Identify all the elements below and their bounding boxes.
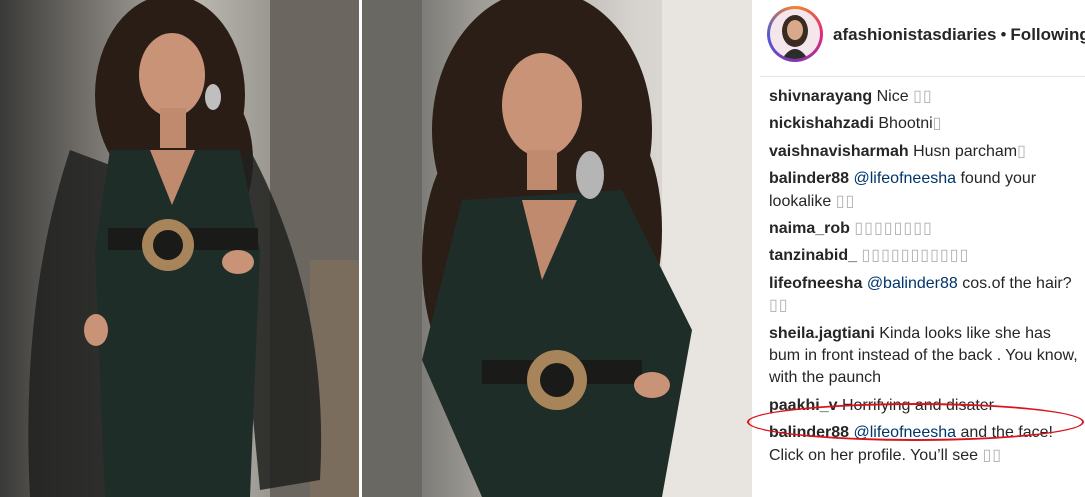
comment-text: Nice — [876, 88, 909, 105]
comment-item: nickishahzadi Bhootni▯ — [769, 113, 1081, 135]
photo-right — [362, 0, 752, 497]
emoji-placeholder: ▯▯▯▯▯▯▯▯▯▯▯ — [861, 247, 970, 265]
comment-username[interactable]: shivnarayang — [769, 88, 872, 105]
comment-username[interactable]: lifeofneesha — [769, 275, 862, 292]
post-header: afashionistasdiaries • Following — [760, 0, 1085, 77]
comment-item: shivnarayang Nice ▯▯ — [769, 86, 1081, 108]
woman-photo-left-illustration — [28, 0, 362, 497]
photo-left — [0, 0, 362, 497]
comment-username[interactable]: nickishahzadi — [769, 115, 874, 132]
comment-username[interactable]: vaishnavisharmah — [769, 143, 909, 160]
emoji-placeholder: ▯▯ — [835, 192, 856, 210]
following-button[interactable]: Following — [1010, 25, 1085, 44]
comment-username[interactable]: sheila.jagtiani — [769, 325, 875, 342]
comment-mention[interactable]: @lifeofneesha — [853, 170, 956, 187]
comment-item: vaishnavisharmah Husn parcham▯ — [769, 141, 1081, 163]
comment-text: cos.of the hair? — [962, 274, 1072, 292]
comment-item: lifeofneesha @balinder88 cos.of the hair… — [769, 273, 1081, 318]
avatar-image — [770, 9, 820, 59]
woman-photo-right-illustration — [362, 0, 752, 497]
comment-username[interactable]: balinder88 — [769, 170, 849, 187]
red-highlight-ellipse — [747, 403, 1084, 441]
comment-item: sheila.jagtiani Kinda looks like she has… — [769, 323, 1081, 390]
emoji-placeholder: ▯▯ — [913, 88, 933, 105]
emoji-placeholder: ▯▯ — [769, 297, 789, 315]
emoji-placeholder: ▯▯ — [982, 446, 1003, 464]
comment-text: Bhootni — [878, 115, 933, 133]
avatar[interactable] — [767, 6, 823, 62]
comment-item: balinder88 @lifeofneesha found your look… — [769, 168, 1081, 213]
comment-username[interactable]: naima_rob — [769, 220, 850, 237]
comment-item: tanzinabid_ ▯▯▯▯▯▯▯▯▯▯▯ — [769, 245, 1081, 267]
emoji-placeholder: ▯ — [932, 115, 943, 133]
comment-text: Husn parcham — [913, 142, 1018, 160]
header-line: afashionistasdiaries • Following — [833, 25, 1085, 45]
emoji-placeholder: ▯▯▯▯▯▯▯▯ — [854, 220, 933, 238]
comment-mention[interactable]: @balinder88 — [867, 275, 958, 292]
comment-item: naima_rob ▯▯▯▯▯▯▯▯ — [769, 218, 1081, 240]
separator-dot: • — [1000, 25, 1007, 44]
comment-username[interactable]: tanzinabid_ — [769, 247, 857, 264]
emoji-placeholder: ▯ — [1017, 142, 1027, 160]
post-author-username[interactable]: afashionistasdiaries — [833, 25, 996, 44]
